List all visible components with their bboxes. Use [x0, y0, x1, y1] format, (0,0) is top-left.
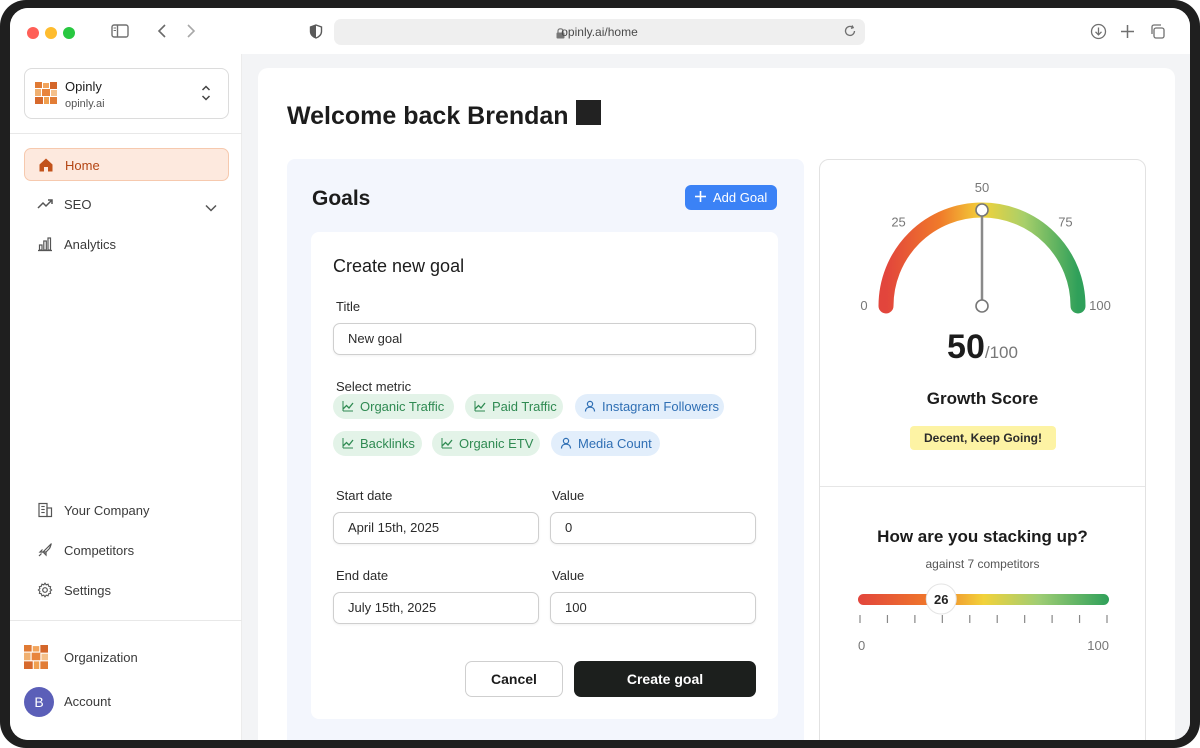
- rocket-icon: [37, 542, 53, 563]
- org-name: Opinly: [65, 79, 102, 94]
- reload-icon[interactable]: [843, 24, 857, 43]
- sidebar-item-label: Analytics: [64, 237, 117, 252]
- end-value-label: Value: [552, 568, 585, 583]
- sidebar-item-competitors[interactable]: Competitors: [24, 534, 229, 567]
- metric-chip-media-count[interactable]: Media Count: [551, 431, 660, 456]
- sidebar-item-label: Account: [64, 694, 111, 709]
- add-goal-label: Add Goal: [713, 190, 768, 205]
- start-date-input[interactable]: April 15th, 2025: [333, 512, 539, 544]
- metric-chip-organic-traffic[interactable]: Organic Traffic: [333, 394, 454, 419]
- shield-icon[interactable]: [309, 24, 323, 44]
- end-value-input[interactable]: 100: [550, 592, 756, 624]
- address-bar[interactable]: opinly.ai/home: [334, 19, 865, 45]
- browser-toolbar: opinly.ai/home: [10, 8, 1190, 54]
- sidebar-toggle-icon[interactable]: [111, 24, 129, 43]
- line-chart-icon: [474, 400, 486, 415]
- start-value-label: Value: [552, 488, 585, 503]
- metric-chip-label: Media Count: [578, 436, 652, 451]
- download-icon[interactable]: [1090, 23, 1107, 45]
- create-goal-button[interactable]: Create goal: [574, 661, 756, 697]
- sidebar-item-label: SEO: [64, 197, 92, 212]
- rank-min-label: 0: [858, 638, 865, 653]
- title-input[interactable]: New goal: [333, 323, 756, 355]
- sidebar-item-analytics[interactable]: Analytics: [24, 228, 229, 261]
- sidebar-item-label: Organization: [64, 650, 138, 665]
- goals-card: Goals Add Goal Create new goal Title New…: [287, 159, 804, 740]
- sidebar-item-label: Home: [65, 158, 100, 173]
- forward-icon[interactable]: [186, 24, 196, 43]
- minimize-window-button[interactable]: [45, 27, 57, 39]
- back-icon[interactable]: [157, 24, 167, 43]
- metric-chip-instagram-followers[interactable]: Instagram Followers: [575, 394, 724, 419]
- sidebar-divider: [10, 620, 242, 621]
- sidebar-item-home[interactable]: Home: [24, 148, 229, 181]
- sidebar-item-settings[interactable]: Settings: [24, 574, 229, 607]
- tab-overview-icon[interactable]: [1149, 23, 1166, 45]
- maximize-window-button[interactable]: [63, 27, 75, 39]
- url-text: opinly.ai/home: [561, 25, 638, 39]
- metric-chip-paid-traffic[interactable]: Paid Traffic: [465, 394, 563, 419]
- org-domain: opinly.ai: [65, 98, 105, 110]
- metric-chip-label: Organic Traffic: [360, 399, 445, 414]
- rank-track: [858, 594, 1109, 605]
- metric-chip-label: Paid Traffic: [492, 399, 557, 414]
- metric-chip-label: Organic ETV: [459, 436, 534, 451]
- user-icon: [560, 437, 572, 452]
- sidebar-item-label: Competitors: [64, 543, 135, 558]
- close-window-button[interactable]: [27, 27, 39, 39]
- line-chart-icon: [342, 400, 354, 415]
- metric-chip-backlinks[interactable]: Backlinks: [333, 431, 422, 456]
- line-chart-icon: [441, 437, 453, 452]
- gear-icon: [37, 582, 53, 603]
- new-tab-icon[interactable]: [1120, 24, 1135, 44]
- rank-max-label: 100: [1087, 638, 1109, 653]
- avatar[interactable]: B: [24, 687, 54, 717]
- wave-emoji-placeholder: [576, 100, 601, 125]
- sidebar: Opinly opinly.ai Home SEO Analytics Your…: [10, 54, 242, 740]
- end-date-label: End date: [336, 568, 389, 583]
- building-icon: [37, 502, 53, 523]
- chevron-up-down-icon: [201, 84, 211, 107]
- start-value-input[interactable]: 0: [550, 512, 756, 544]
- create-goal-form: Create new goal Title New goal Select me…: [311, 232, 778, 719]
- rank-value: 26: [934, 592, 948, 607]
- sidebar-item-account[interactable]: Account: [24, 685, 229, 718]
- device-frame: opinly.ai/home Opinly opinly.ai Home SEO…: [0, 0, 1200, 748]
- home-panel: Welcome back Brendan Goals Add Goal Crea…: [258, 68, 1175, 740]
- goals-title: Goals: [312, 187, 371, 210]
- plus-icon: [694, 190, 707, 206]
- end-date-input[interactable]: July 15th, 2025: [333, 592, 539, 624]
- trending-up-icon: [37, 196, 54, 217]
- page-title: Welcome back Brendan: [287, 102, 569, 130]
- metric-chip-organic-etv[interactable]: Organic ETV: [432, 431, 540, 456]
- user-icon: [584, 400, 596, 415]
- org-logo-icon: [35, 82, 57, 104]
- browser-window: opinly.ai/home Opinly opinly.ai Home SEO…: [10, 8, 1190, 740]
- title-label: Title: [336, 299, 361, 314]
- metric-chip-label: Backlinks: [360, 436, 415, 451]
- sidebar-item-label: Your Company: [64, 503, 150, 518]
- metric-chip-label: Instagram Followers: [602, 399, 720, 414]
- sidebar-divider: [10, 133, 242, 134]
- cancel-button[interactable]: Cancel: [465, 661, 563, 697]
- line-chart-icon: [342, 437, 354, 452]
- sidebar-item-seo[interactable]: SEO: [24, 188, 229, 221]
- org-logo-icon: [24, 645, 48, 674]
- add-goal-button[interactable]: Add Goal: [685, 185, 777, 210]
- select-metric-label: Select metric: [336, 379, 412, 394]
- org-switcher[interactable]: Opinly opinly.ai: [24, 68, 229, 119]
- sidebar-item-your-company[interactable]: Your Company: [24, 494, 229, 527]
- sidebar-item-label: Settings: [64, 583, 111, 598]
- main-content: Welcome back Brendan Goals Add Goal Crea…: [242, 54, 1190, 740]
- home-icon: [38, 157, 54, 178]
- bar-chart-icon: [37, 236, 53, 257]
- competitor-rank-bar: 26 0 100: [858, 583, 1109, 653]
- chevron-down-icon[interactable]: [205, 199, 217, 217]
- form-title: Create new goal: [333, 256, 465, 276]
- growth-score-card: 0 25 50 75 100 50/100 Growth Score Decent, K…: [819, 159, 1146, 740]
- start-date-label: Start date: [336, 488, 393, 503]
- sidebar-item-organization[interactable]: Organization: [24, 641, 229, 674]
